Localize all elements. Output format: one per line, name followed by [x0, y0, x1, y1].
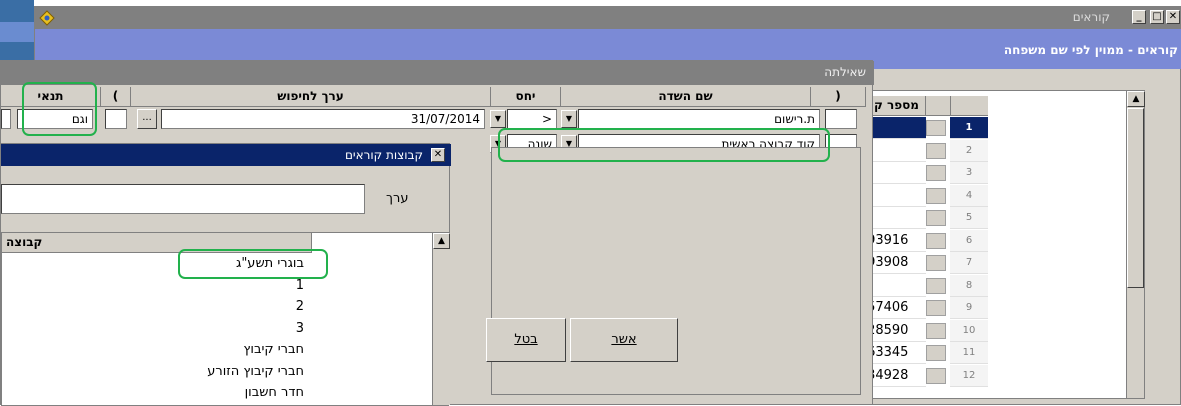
column-header-close-paren: ) [101, 87, 131, 107]
row1-open-paren-input[interactable] [825, 109, 857, 129]
row-index: 1 [950, 117, 988, 139]
groups-window-title: קבוצות קוראים [344, 148, 423, 162]
row-index: 3 [950, 162, 988, 184]
list-item[interactable]: 2 [2, 296, 312, 318]
row-checkbox[interactable] [926, 232, 946, 249]
row-index: 4 [950, 184, 988, 207]
row-checkbox[interactable] [926, 300, 946, 316]
close-window-button[interactable]: ✕ [1166, 10, 1180, 24]
row-index: 5 [950, 207, 988, 229]
app-icon [39, 10, 55, 29]
row-index: 6 [950, 229, 988, 252]
row1-ellipsis-button[interactable]: ... [137, 109, 157, 129]
highlight-field-row [498, 128, 830, 162]
row1-search-value-input[interactable]: 31/07/2014 [161, 109, 485, 129]
readers-subtitle: קוראים - ממוין לפי שם משפחה [1003, 43, 1178, 57]
row-index: 2 [950, 139, 988, 162]
list-item[interactable]: 3 [2, 318, 312, 340]
row-checkbox[interactable] [926, 142, 946, 159]
highlight-condition [22, 82, 97, 136]
row-index: 9 [950, 297, 988, 319]
background-window-strip [0, 22, 34, 42]
groups-scrollbar[interactable]: ▲ [432, 233, 450, 405]
row-checkbox[interactable] [926, 367, 946, 384]
ok-button-label: אשר [611, 332, 637, 347]
row1-relation-select[interactable]: > [507, 109, 557, 129]
column-header-open-paren: ( [811, 87, 866, 107]
row1-field-name-dropdown-icon[interactable]: ▼ [561, 110, 577, 128]
scroll-up-arrow-icon[interactable]: ▲ [433, 233, 450, 249]
query-lower-panel: אשר בטל [486, 147, 861, 395]
row-index: 12 [950, 364, 988, 387]
row-checkbox[interactable] [926, 120, 946, 136]
highlight-group-item [178, 249, 328, 279]
row-checkbox[interactable] [926, 345, 946, 361]
readers-titlebar[interactable]: ✕ □ _ קוראים [35, 7, 1181, 29]
row1-close-paren-input[interactable] [105, 109, 127, 129]
scroll-up-arrow-icon[interactable]: ▲ [1127, 91, 1145, 107]
background-window-fragment [0, 0, 34, 62]
column-header-index [950, 96, 988, 116]
column-header-field-name: שם השדה [561, 87, 811, 107]
readers-list[interactable]: מספר קורא 700413212039114550532489391663… [825, 90, 1145, 399]
row-checkbox[interactable] [926, 322, 946, 339]
column-header-check [926, 96, 950, 116]
maximize-window-button[interactable]: □ [1150, 10, 1164, 24]
row-index: 8 [950, 274, 988, 297]
groups-list-header-label: קבוצה [6, 235, 43, 249]
cancel-button-label: בטל [514, 332, 538, 347]
column-header-relation: יחס [491, 87, 561, 107]
query-window-title: שאילתה [824, 65, 866, 79]
groups-value-input[interactable] [1, 184, 365, 214]
minimize-window-button[interactable]: _ [1132, 10, 1146, 24]
readers-window-title: קוראים [1072, 10, 1110, 24]
row1-relation-dropdown-icon[interactable]: ▼ [490, 110, 506, 128]
row1-condition-extra[interactable] [1, 109, 11, 129]
list-item[interactable]: חדר חשבון [2, 382, 312, 404]
groups-value-label: ערך [386, 191, 409, 206]
row-checkbox[interactable] [926, 277, 946, 294]
row-index: 10 [950, 319, 988, 342]
row-checkbox[interactable] [926, 187, 946, 204]
list-item[interactable]: חברי קיבוץ הזורע [2, 361, 312, 383]
scroll-thumb[interactable] [1127, 108, 1144, 288]
row-checkbox[interactable] [926, 255, 946, 271]
row-index: 11 [950, 342, 988, 364]
list-item[interactable]: חברי קיבוץ [2, 339, 312, 361]
row-index: 7 [950, 252, 988, 274]
row-checkbox[interactable] [926, 165, 946, 181]
query-titlebar[interactable]: שאילתה [1, 61, 874, 85]
groups-titlebar[interactable]: קבוצות קוראים ✕ [1, 144, 451, 166]
close-icon[interactable]: ✕ [431, 148, 445, 162]
cancel-button[interactable]: בטל [486, 318, 566, 362]
row-checkbox[interactable] [926, 210, 946, 226]
ok-button[interactable]: אשר [570, 318, 678, 362]
column-header-search-value: ערך לחיפוש [131, 87, 491, 107]
row1-field-name-select[interactable]: ת.רישום [578, 109, 820, 129]
list-scrollbar[interactable]: ▲ [1126, 91, 1145, 398]
